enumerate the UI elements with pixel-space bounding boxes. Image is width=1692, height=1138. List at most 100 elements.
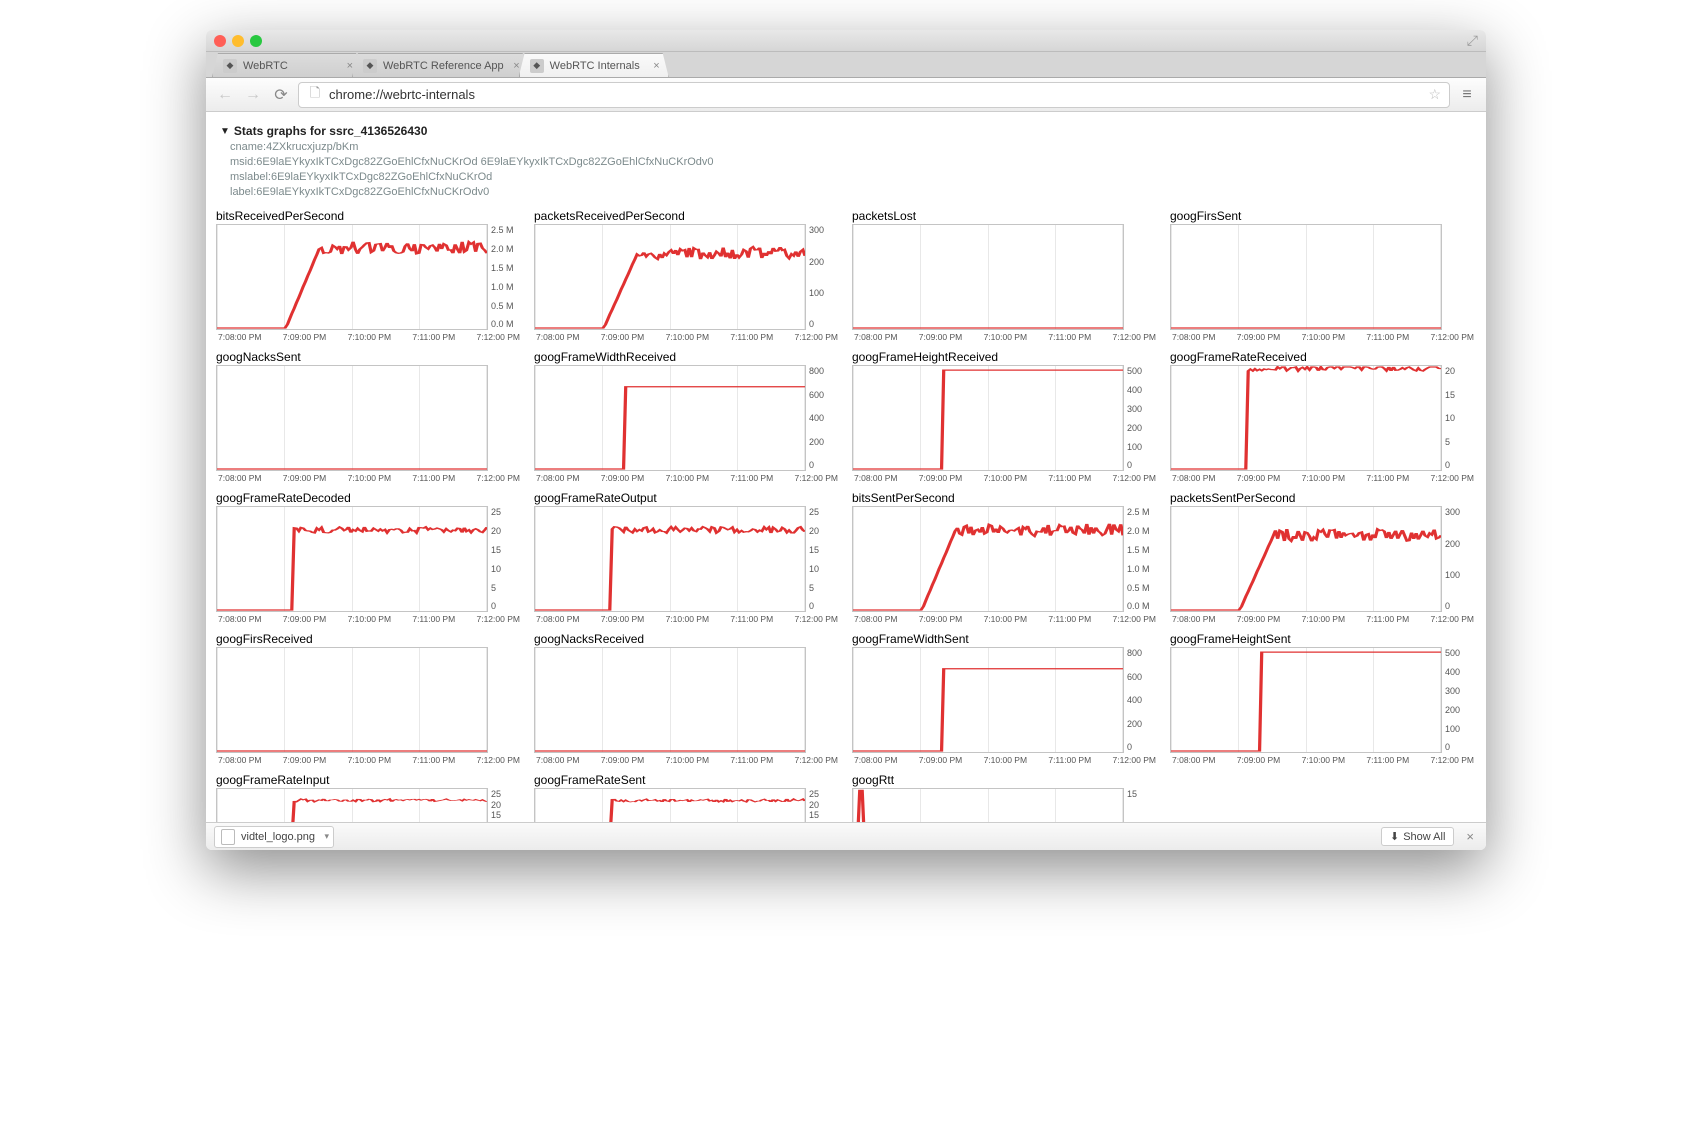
chart: googFrameRateOutput25201510507:08:00 PM7… <box>534 489 840 624</box>
y-axis-labels: 3002001000 <box>806 224 840 330</box>
favicon-icon: ◆ <box>223 59 237 73</box>
chart-title: googFrameHeightSent <box>1170 632 1476 646</box>
x-axis-labels: 7:08:00 PM7:09:00 PM7:10:00 PM7:11:00 PM… <box>216 473 522 483</box>
chart-plot-area <box>534 224 806 330</box>
chart-plot-area <box>216 224 488 330</box>
favicon-icon: ◆ <box>530 59 544 73</box>
meta-line: mslabel:6E9laEYkyxIkTCxDgc82ZGoEhlCfxNuC… <box>230 170 1476 185</box>
browser-tab[interactable]: ◆ WebRTC × <box>212 53 362 77</box>
chart: googFrameWidthSent80060040020007:08:00 P… <box>852 630 1158 765</box>
forward-button[interactable]: → <box>242 84 264 106</box>
chart-title: googFirsSent <box>1170 209 1476 223</box>
chart-plot-area <box>1170 365 1442 471</box>
y-axis-labels: 3002001000 <box>1442 506 1476 612</box>
x-axis-labels: 7:08:00 PM7:09:00 PM7:10:00 PM7:11:00 PM… <box>1170 755 1476 765</box>
chart: packetsReceivedPerSecond3002001000 7:08:0… <box>534 207 840 342</box>
browser-window: ⤢ ◆WebRTC×◆WebRTC Reference App×◆WebRTC … <box>206 30 1486 850</box>
x-axis-labels: 7:08:00 PM7:09:00 PM7:10:00 PM7:11:00 PM… <box>852 332 1158 342</box>
chart-plot-area <box>534 788 806 822</box>
chart: bitsReceivedPerSecond2.5 M2.0 M1.5 M1.0 … <box>216 207 522 342</box>
bookmark-star-icon[interactable]: ☆ <box>1428 86 1441 103</box>
site-info-icon[interactable]: 🗋 <box>307 84 323 106</box>
window-minimize-button[interactable] <box>232 35 244 47</box>
chart-plot-area <box>1170 506 1442 612</box>
chart: googNacksSent 7:08:00 PM7:09:00 PM7:10:00… <box>216 348 522 483</box>
downloads-bar: vidtel_logo.png ▾ ⬇ Show All × <box>206 822 1486 850</box>
back-button[interactable]: ← <box>214 84 236 106</box>
x-axis-labels: 7:08:00 PM7:09:00 PM7:10:00 PM7:11:00 PM… <box>216 755 522 765</box>
chart-title: packetsLost <box>852 209 1158 223</box>
chart: googFrameWidthReceived80060040020007:08:… <box>534 348 840 483</box>
chart: googFirsReceived7:08:00 PM7:09:00 PM7:10… <box>216 630 522 765</box>
address-bar[interactable]: 🗋 chrome://webrtc-internals ☆ <box>298 82 1450 108</box>
chart: googFrameRateSent252015105 <box>534 771 840 822</box>
y-axis-labels: 252015105 <box>806 788 840 822</box>
x-axis-labels: 7:08:00 PM7:09:00 PM7:10:00 PM7:11:00 PM… <box>534 332 840 342</box>
chart-plot-area <box>852 788 1124 822</box>
browser-tab[interactable]: ◆WebRTC Reference App× <box>352 53 529 77</box>
chart: googRtt1510 <box>852 771 1158 822</box>
y-axis-labels: 5004003002001000 <box>1124 365 1158 471</box>
y-axis-labels: 8006004002000 <box>806 365 840 471</box>
y-axis-labels: 2520151050 <box>488 506 522 612</box>
y-axis-labels: 5004003002001000 <box>1442 647 1476 753</box>
tab-bar: ◆WebRTC×◆WebRTC Reference App×◆WebRTC In… <box>206 52 1486 78</box>
chart-title: googFrameWidthSent <box>852 632 1158 646</box>
meta-line: msid:6E9laEYkyxIkTCxDgc82ZGoEhlCfxNuCKrO… <box>230 155 1476 170</box>
toolbar: ← → ⟳ 🗋 chrome://webrtc-internals ☆ ≡ <box>206 78 1486 112</box>
chevron-down-icon[interactable]: ▾ <box>324 831 329 842</box>
y-axis-labels: 20151050 <box>1442 365 1476 471</box>
chart-title: googNacksReceived <box>534 632 840 646</box>
chart-title: googFrameRateReceived <box>1170 350 1476 364</box>
x-axis-labels: 7:08:00 PM7:09:00 PM7:10:00 PM7:11:00 PM… <box>216 332 522 342</box>
chart-plot-area <box>852 506 1124 612</box>
x-axis-labels: 7:08:00 PM7:09:00 PM7:10:00 PM7:11:00 PM… <box>534 614 840 624</box>
close-downloads-bar-button[interactable]: × <box>1462 829 1478 844</box>
browser-tab[interactable]: ◆ WebRTC Internals × <box>519 53 669 77</box>
chart-title: packetsSentPerSecond <box>1170 491 1476 505</box>
chart-plot-area <box>216 647 488 753</box>
y-axis-labels: 2.5 M2.0 M1.5 M1.0 M0.5 M0.0 M <box>488 224 522 330</box>
tab-label: WebRTC Reference App <box>383 60 504 72</box>
hamburger-menu-icon[interactable]: ≡ <box>1456 86 1478 104</box>
chart: googFrameHeightReceived5004003002001000 7… <box>852 348 1158 483</box>
chart: googNacksReceived7:08:00 PM7:09:00 PM7:1… <box>534 630 840 765</box>
chart-title: googRtt <box>852 773 1158 787</box>
chart: packetsSentPerSecond30020010007:08:00 PM… <box>1170 489 1476 624</box>
chart-plot-area <box>852 365 1124 471</box>
titlebar: ⤢ <box>206 30 1486 52</box>
reload-button[interactable]: ⟳ <box>270 84 292 106</box>
y-axis-labels: 8006004002000 <box>1124 647 1158 753</box>
chart-title: googFrameRateDecoded <box>216 491 522 505</box>
close-tab-icon[interactable]: × <box>347 60 353 72</box>
y-axis-labels: 1510 <box>1124 788 1158 822</box>
file-icon <box>221 829 235 845</box>
window-close-button[interactable] <box>214 35 226 47</box>
show-all-downloads-button[interactable]: ⬇ Show All <box>1381 827 1454 846</box>
tab-label: WebRTC <box>243 60 288 72</box>
tab-label: WebRTC Internals <box>550 60 640 72</box>
x-axis-labels: 7:08:00 PM7:09:00 PM7:10:00 PM7:11:00 PM… <box>1170 332 1476 342</box>
close-tab-icon[interactable]: × <box>513 60 519 72</box>
chart-title: packetsReceivedPerSecond <box>534 209 840 223</box>
url-text: chrome://webrtc-internals <box>329 87 475 102</box>
x-axis-labels: 7:08:00 PM7:09:00 PM7:10:00 PM7:11:00 PM… <box>216 614 522 624</box>
disclosure-triangle-icon[interactable]: ▼ <box>220 126 230 137</box>
chart: bitsSentPerSecond2.5 M2.0 M1.5 M1.0 M0.5… <box>852 489 1158 624</box>
stats-header[interactable]: ▼ Stats graphs for ssrc_4136526430 <box>220 124 1476 138</box>
chart-plot-area <box>534 647 806 753</box>
chart-plot-area <box>216 365 488 471</box>
chart-plot-area <box>852 224 1124 330</box>
close-tab-icon[interactable]: × <box>653 60 659 72</box>
x-axis-labels: 7:08:00 PM7:09:00 PM7:10:00 PM7:11:00 PM… <box>852 473 1158 483</box>
chart-plot-area <box>216 506 488 612</box>
x-axis-labels: 7:08:00 PM7:09:00 PM7:10:00 PM7:11:00 PM… <box>534 473 840 483</box>
chart: packetsLost 7:08:00 PM7:09:00 PM7:10:00 P… <box>852 207 1158 342</box>
chart-title: googFrameHeightReceived <box>852 350 1158 364</box>
y-axis-labels: 252015105 <box>488 788 522 822</box>
window-zoom-button[interactable] <box>250 35 262 47</box>
fullscreen-icon[interactable]: ⤢ <box>1467 32 1478 49</box>
chart-title: googFrameRateInput <box>216 773 522 787</box>
chart-title: googNacksSent <box>216 350 522 364</box>
download-item[interactable]: vidtel_logo.png ▾ <box>214 826 334 848</box>
